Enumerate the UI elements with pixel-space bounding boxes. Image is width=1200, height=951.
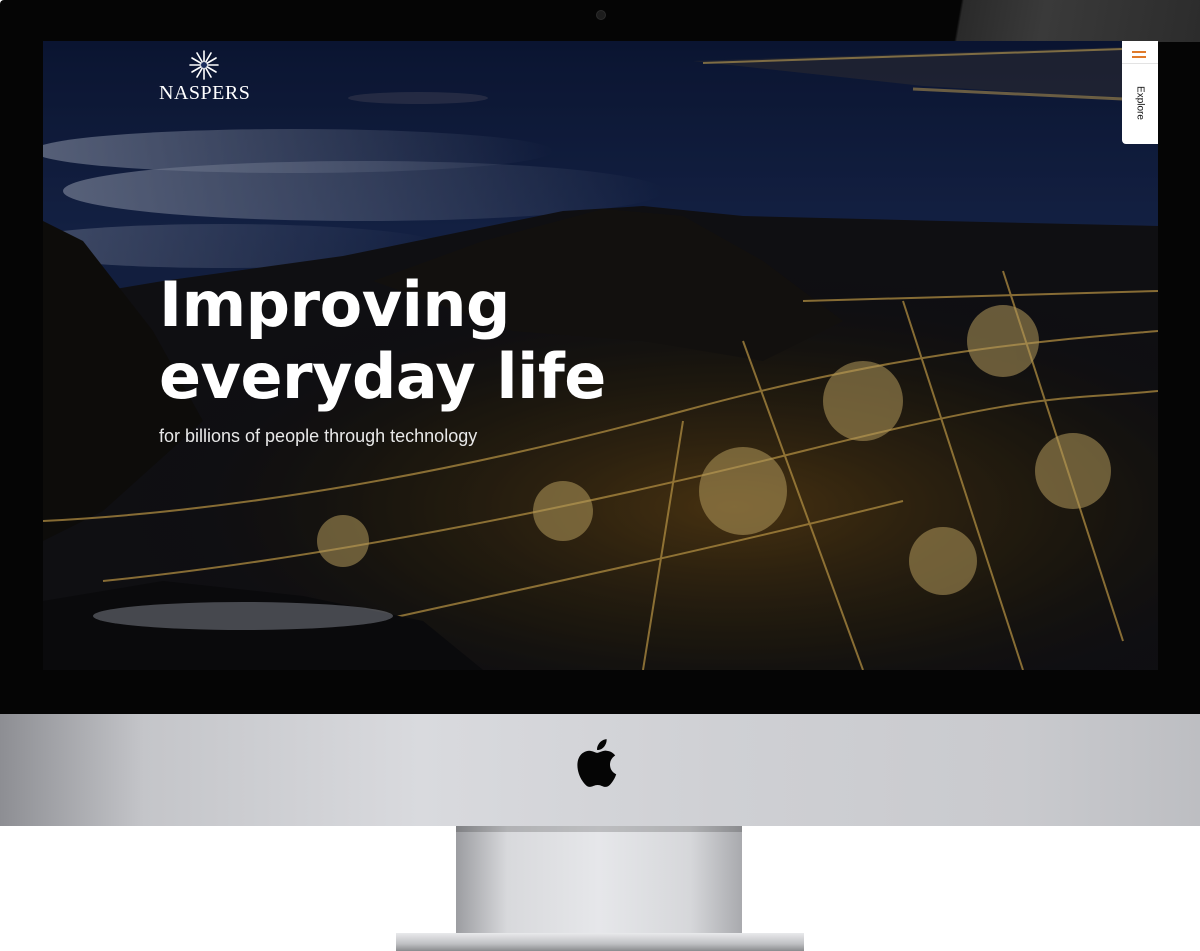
hero-subtitle: for billions of people through technolog… bbox=[159, 426, 478, 446]
monitor-bezel: NASPERS Improving everyday life for bill… bbox=[0, 0, 1200, 714]
hero-title-line-1: Improving bbox=[159, 268, 510, 341]
naspers-logo[interactable]: NASPERS bbox=[159, 49, 251, 105]
brand-name: NASPERS bbox=[159, 82, 251, 104]
apple-logo-icon bbox=[577, 739, 617, 787]
monitor-stand bbox=[456, 826, 742, 936]
bezel-glare bbox=[940, 0, 1200, 42]
tab-divider bbox=[1122, 63, 1158, 64]
hamburger-menu-icon[interactable] bbox=[1132, 50, 1148, 60]
explore-link[interactable]: Explore bbox=[1135, 86, 1146, 120]
website-screen: NASPERS Improving everyday life for bill… bbox=[43, 41, 1158, 670]
naspers-starburst-icon bbox=[189, 50, 219, 80]
monitor-base bbox=[396, 933, 804, 951]
explore-side-tab[interactable]: Explore bbox=[1122, 41, 1158, 144]
imac-device: NASPERS Improving everyday life for bill… bbox=[0, 0, 1200, 951]
hero-title: Improving everyday life bbox=[159, 269, 606, 413]
stand-shadow bbox=[456, 826, 742, 832]
hero-title-line-2: everyday life bbox=[159, 340, 606, 413]
camera-icon bbox=[596, 10, 606, 20]
